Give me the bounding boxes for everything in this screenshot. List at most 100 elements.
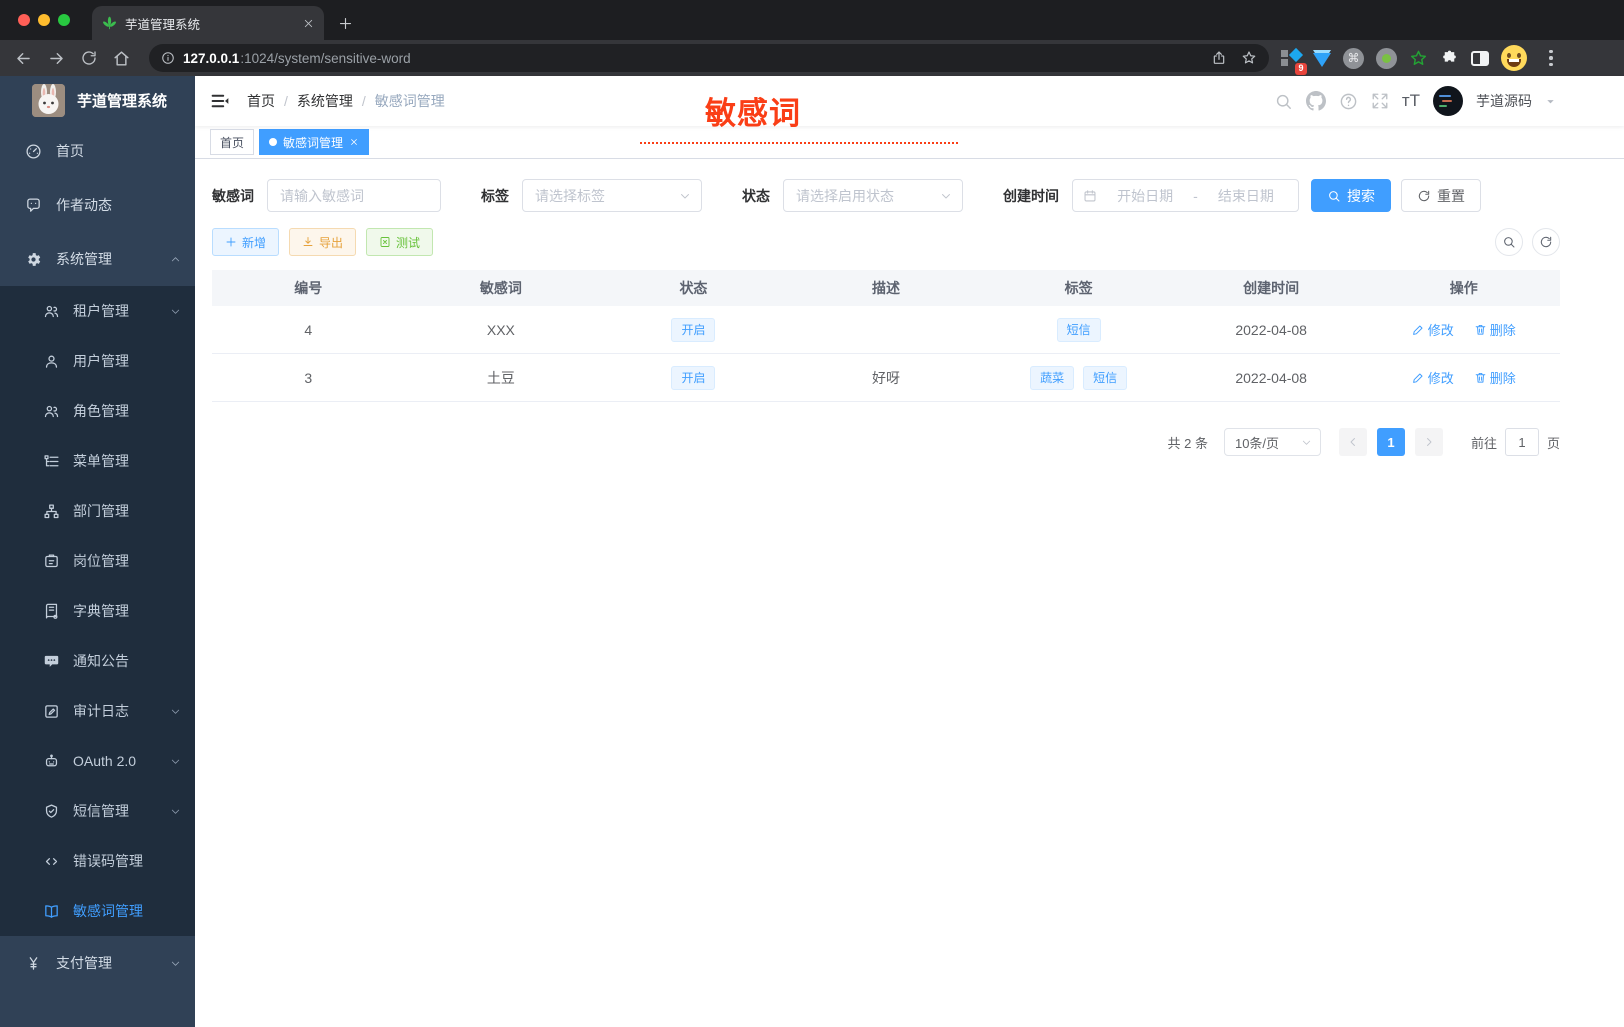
- dashboard-icon: [25, 143, 42, 160]
- sidebar-item-dict[interactable]: 字典管理: [0, 586, 195, 636]
- fullscreen-icon[interactable]: [1371, 92, 1389, 110]
- status-label: 状态: [742, 187, 770, 204]
- sidebar-item-author-news[interactable]: 作者动态: [0, 178, 195, 232]
- pagination: 共 2 条 10条/页 1 前往 页: [212, 428, 1560, 456]
- delete-link[interactable]: 删除: [1474, 320, 1516, 339]
- page-size-select[interactable]: 10条/页: [1223, 428, 1321, 456]
- edit-link[interactable]: 修改: [1412, 320, 1454, 339]
- col-created: 创建时间: [1243, 280, 1300, 296]
- tag-home[interactable]: 首页: [210, 129, 255, 155]
- date-start[interactable]: 开始日期: [1103, 186, 1187, 206]
- username[interactable]: 芋道源码: [1476, 91, 1532, 111]
- browser-tabstrip: 芋道管理系统: [0, 0, 1624, 40]
- date-end[interactable]: 结束日期: [1204, 186, 1288, 206]
- bookmark-star-icon[interactable]: [1241, 50, 1257, 66]
- minimize-window-button[interactable]: [38, 14, 50, 26]
- profile-avatar[interactable]: [1501, 45, 1527, 71]
- sidebar-item-menu[interactable]: 菜单管理: [0, 436, 195, 486]
- tab-close-icon[interactable]: [303, 18, 314, 29]
- code-icon: [43, 853, 60, 870]
- sidebar-item-error-code[interactable]: 错误码管理: [0, 836, 195, 886]
- sidebar-item-audit-log[interactable]: 审计日志: [0, 686, 195, 736]
- tag-close-icon[interactable]: [349, 137, 359, 147]
- star-extension-icon[interactable]: [1409, 49, 1428, 68]
- calendar-icon: [1083, 189, 1097, 203]
- app-title: 芋道管理系统: [77, 92, 168, 110]
- browser-tab[interactable]: 芋道管理系统: [92, 6, 324, 40]
- page-number-current[interactable]: 1: [1376, 428, 1405, 456]
- extension-grid-icon[interactable]: 9: [1281, 47, 1307, 75]
- command-extension-icon[interactable]: ⌘: [1343, 47, 1364, 69]
- user-avatar[interactable]: [1433, 86, 1463, 116]
- sidebar-item-oauth[interactable]: OAuth 2.0: [0, 736, 195, 786]
- share-icon[interactable]: [1211, 50, 1227, 66]
- font-size-icon[interactable]: тT: [1402, 91, 1420, 111]
- prev-page-button[interactable]: [1338, 428, 1367, 456]
- puzzle-extensions-icon[interactable]: [1440, 49, 1459, 68]
- add-button[interactable]: 新增: [212, 228, 280, 256]
- sidebar-item-system[interactable]: 系统管理: [0, 232, 195, 286]
- next-page-button[interactable]: [1414, 428, 1443, 456]
- breadcrumb-system[interactable]: 系统管理: [297, 91, 353, 111]
- col-word: 敏感词: [479, 280, 522, 296]
- test-button[interactable]: 测试: [366, 228, 434, 256]
- date-range-picker[interactable]: 开始日期 - 结束日期: [1072, 179, 1299, 212]
- search-button[interactable]: 搜索: [1311, 179, 1391, 212]
- sidebar-item-user[interactable]: 用户管理: [0, 336, 195, 386]
- sidebar-item-payment[interactable]: 支付管理: [0, 936, 195, 990]
- zoom-window-button[interactable]: [58, 14, 70, 26]
- back-icon[interactable]: [14, 49, 33, 68]
- breadcrumb-separator: /: [361, 93, 366, 109]
- sidebar-item-sensitive-word[interactable]: 敏感词管理: [0, 886, 195, 936]
- page-content: 敏感词 标签 请选择标签 状态 请选择启用状态: [195, 159, 1624, 456]
- user-dropdown-caret-icon[interactable]: [1545, 96, 1556, 107]
- window-controls[interactable]: [18, 14, 70, 26]
- new-tab-button[interactable]: [338, 16, 353, 31]
- export-button[interactable]: 导出: [289, 228, 357, 256]
- breadcrumb-home[interactable]: 首页: [247, 91, 275, 111]
- sidebar-item-tenant[interactable]: 租户管理: [0, 286, 195, 336]
- help-icon[interactable]: [1339, 92, 1358, 111]
- breadcrumb-separator: /: [284, 93, 288, 109]
- status-select[interactable]: 请选择启用状态: [783, 179, 963, 212]
- side-panel-icon[interactable]: [1471, 50, 1489, 66]
- reset-button[interactable]: 重置: [1401, 179, 1481, 212]
- goto-label: 前往: [1470, 435, 1497, 451]
- tag-label: 标签: [481, 187, 509, 204]
- chevron-down-icon: [170, 306, 181, 317]
- gear-icon: [25, 251, 42, 268]
- sidebar-item-sms[interactable]: 短信管理: [0, 786, 195, 836]
- reload-icon[interactable]: [80, 49, 98, 67]
- close-window-button[interactable]: [18, 14, 30, 26]
- forward-icon[interactable]: [47, 49, 66, 68]
- github-icon[interactable]: [1305, 91, 1326, 111]
- browser-menu-icon[interactable]: [1549, 49, 1553, 67]
- home-icon[interactable]: [112, 49, 131, 68]
- notice-message-icon: [43, 653, 60, 670]
- goto-page-input[interactable]: [1504, 428, 1539, 456]
- sidebar-item-home[interactable]: 首页: [0, 124, 195, 178]
- author-chat-icon: [25, 197, 42, 214]
- tag-sensitive-word[interactable]: 敏感词管理: [259, 129, 370, 155]
- site-info-icon[interactable]: [161, 51, 175, 65]
- header-search-icon[interactable]: [1274, 92, 1293, 111]
- date-label: 创建时间: [1003, 187, 1059, 204]
- hamburger-icon[interactable]: [210, 91, 230, 111]
- sidebar-logo[interactable]: 芋道管理系统: [0, 76, 195, 124]
- recorder-extension-icon[interactable]: [1376, 47, 1397, 69]
- tag-select[interactable]: 请选择标签: [522, 179, 702, 212]
- address-bar[interactable]: 127.0.0.1:1024/system/sensitive-word: [149, 44, 1269, 72]
- devtools-extension-icon[interactable]: [1313, 52, 1331, 67]
- breadcrumb: 首页 / 系统管理 / 敏感词管理: [247, 91, 445, 111]
- chevron-down-icon: [940, 190, 952, 202]
- sidebar-item-dept[interactable]: 部门管理: [0, 486, 195, 536]
- keyword-input[interactable]: [267, 179, 441, 212]
- delete-link[interactable]: 删除: [1474, 368, 1516, 387]
- toggle-search-button[interactable]: [1495, 228, 1523, 256]
- edit-link[interactable]: 修改: [1412, 368, 1454, 387]
- sidebar-item-role[interactable]: 角色管理: [0, 386, 195, 436]
- sidebar-item-post[interactable]: 岗位管理: [0, 536, 195, 586]
- refresh-table-button[interactable]: [1532, 228, 1560, 256]
- url-host: 127.0.0.1: [183, 50, 240, 66]
- sidebar-item-notice[interactable]: 通知公告: [0, 636, 195, 686]
